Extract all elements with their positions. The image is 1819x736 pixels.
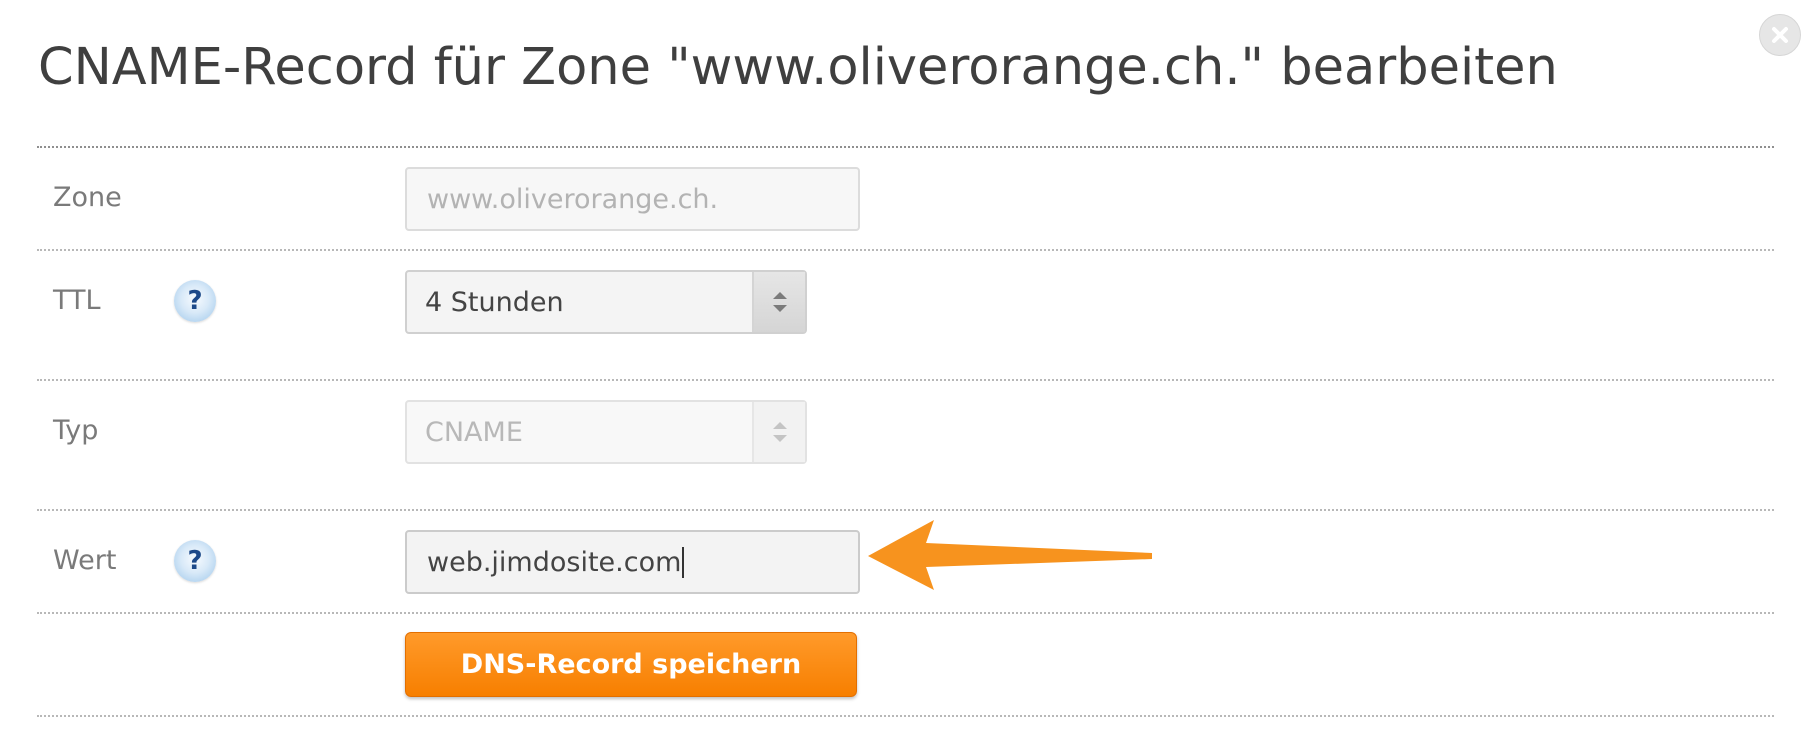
wert-label: Wert: [53, 545, 117, 576]
ttl-select[interactable]: 4 Stunden: [405, 270, 807, 334]
close-button[interactable]: [1759, 14, 1801, 56]
divider: [37, 509, 1774, 511]
divider: [37, 612, 1774, 614]
close-icon: [1772, 27, 1788, 43]
divider: [37, 146, 1774, 148]
wert-value: web.jimdosite.com: [427, 546, 682, 578]
divider: [37, 379, 1774, 381]
zone-input: www.oliverorange.ch.: [405, 167, 860, 231]
wert-input[interactable]: web.jimdosite.com: [405, 530, 860, 594]
ttl-selected-value: 4 Stunden: [425, 286, 564, 318]
typ-selected-value: CNAME: [425, 416, 523, 448]
typ-select: CNAME: [405, 400, 807, 464]
wert-help-icon[interactable]: ?: [174, 540, 216, 582]
divider: [37, 249, 1774, 251]
arrow-left-icon: [868, 520, 1152, 590]
select-arrows-icon: [752, 402, 805, 462]
text-cursor: [682, 546, 685, 578]
ttl-help-icon[interactable]: ?: [174, 280, 216, 322]
typ-label: Typ: [53, 415, 99, 446]
divider: [37, 715, 1774, 717]
ttl-label: TTL: [53, 285, 101, 316]
save-dns-record-button[interactable]: DNS-Record speichern: [405, 632, 857, 697]
zone-value: www.oliverorange.ch.: [427, 183, 719, 215]
select-arrows-icon: [752, 272, 805, 332]
dialog-title: CNAME-Record für Zone "www.oliverorange.…: [38, 38, 1558, 97]
zone-label: Zone: [53, 182, 122, 213]
